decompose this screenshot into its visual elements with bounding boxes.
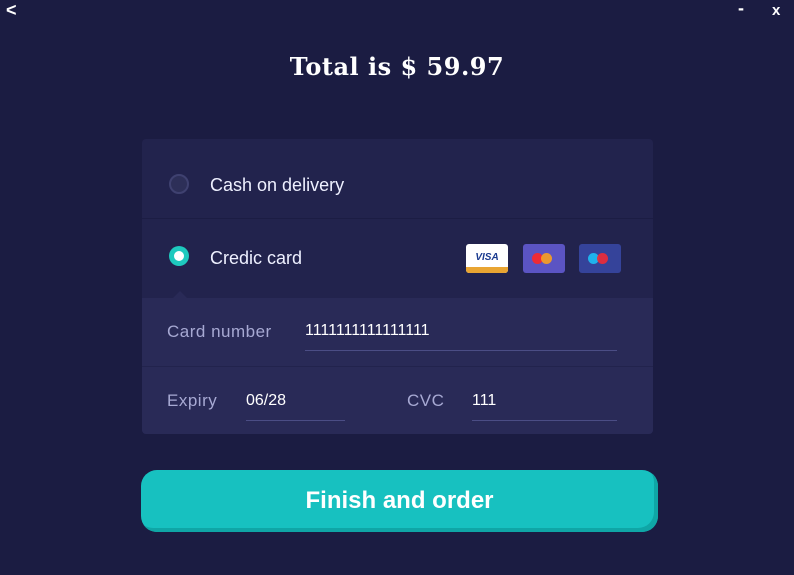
- expiry-input[interactable]: 06/28: [246, 391, 345, 421]
- card-number-label: Card number: [167, 322, 272, 341]
- card-fields: Card number 1111111111111111 Expiry 06/2…: [142, 298, 653, 434]
- cash-radio[interactable]: [169, 174, 189, 194]
- payment-option-card[interactable]: Credic card VISA: [142, 219, 653, 297]
- total-amount: Total is $ 59.97: [289, 52, 505, 81]
- payment-option-cash[interactable]: Cash on delivery: [142, 139, 653, 219]
- back-button[interactable]: <: [6, 0, 17, 21]
- maestro-logo: [579, 244, 621, 273]
- expiry-label: Expiry: [167, 391, 218, 410]
- expiry-cvc-row: Expiry 06/28 CVC 111: [142, 367, 653, 434]
- cash-option-label: Cash on delivery: [210, 175, 345, 195]
- visa-logo: VISA: [466, 244, 508, 273]
- card-radio[interactable]: [169, 246, 189, 266]
- finish-order-button[interactable]: Finish and order: [141, 470, 658, 532]
- cvc-input[interactable]: 111: [472, 391, 617, 421]
- card-number-row: Card number 1111111111111111: [142, 298, 653, 367]
- close-button[interactable]: x: [772, 2, 780, 19]
- payment-panel: Cash on delivery Credic card VISA Card n…: [142, 139, 653, 434]
- mastercard-logo: [523, 244, 565, 273]
- cvc-label: CVC: [407, 391, 445, 410]
- card-number-input[interactable]: 1111111111111111: [305, 321, 617, 351]
- minimize-button[interactable]: -: [738, 0, 744, 19]
- visa-logo-text: VISA: [475, 252, 499, 263]
- card-option-label: Credic card: [210, 248, 303, 268]
